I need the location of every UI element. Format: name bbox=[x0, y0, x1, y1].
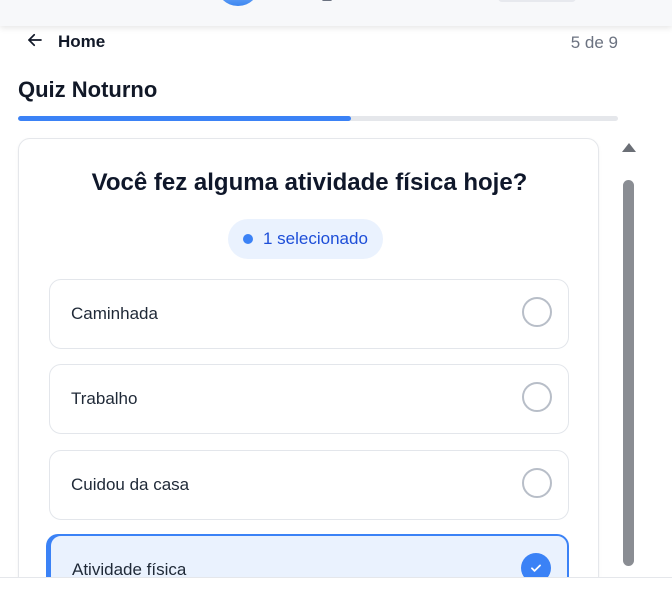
app-logo-icon bbox=[216, 0, 260, 6]
option-label: Atividade física bbox=[72, 560, 187, 578]
radio-unchecked-icon[interactable] bbox=[522, 468, 552, 498]
selection-count-label: 1 selecionado bbox=[263, 229, 368, 248]
topbar-control[interactable] bbox=[498, 0, 576, 2]
page-title: Quiz Noturno bbox=[18, 77, 158, 102]
quiz-progress-bar bbox=[18, 116, 618, 121]
option-label: Trabalho bbox=[71, 389, 138, 408]
option-caminhada[interactable]: Caminhada bbox=[49, 279, 569, 349]
topbar-mark bbox=[322, 0, 332, 1]
back-to-home-link[interactable]: Home bbox=[26, 31, 105, 53]
option-trabalho[interactable]: Trabalho bbox=[49, 364, 569, 434]
option-cuidou-da-casa[interactable]: Cuidou da casa bbox=[49, 450, 569, 520]
radio-unchecked-icon[interactable] bbox=[522, 382, 552, 412]
arrow-left-icon bbox=[26, 31, 44, 54]
option-label: Caminhada bbox=[71, 304, 158, 323]
back-link-label: Home bbox=[58, 32, 106, 51]
quiz-screen: Home 5 de 9 Quiz Noturno Você fez alguma… bbox=[0, 0, 672, 592]
scrollbar-thumb[interactable] bbox=[623, 180, 634, 566]
status-dot-icon bbox=[243, 234, 253, 244]
option-atividade-fisica[interactable]: Atividade física bbox=[49, 534, 569, 578]
bottom-bar bbox=[0, 577, 672, 592]
top-app-bar bbox=[0, 0, 672, 26]
question-scroll-area[interactable]: Você fez alguma atividade física hoje? 1… bbox=[0, 136, 672, 578]
progress-fill bbox=[18, 116, 351, 121]
selection-count-badge: 1 selecionado bbox=[228, 219, 383, 259]
question-text: Você fez alguma atividade física hoje? bbox=[91, 169, 528, 196]
vertical-scrollbar[interactable] bbox=[619, 138, 637, 578]
question-card: Você fez alguma atividade física hoje? 1… bbox=[18, 138, 599, 578]
check-circle-icon[interactable] bbox=[521, 553, 551, 578]
step-counter: 5 de 9 bbox=[570, 33, 618, 52]
radio-unchecked-icon[interactable] bbox=[522, 297, 552, 327]
scroll-up-arrow-icon[interactable] bbox=[622, 143, 636, 152]
option-label: Cuidou da casa bbox=[71, 475, 190, 494]
